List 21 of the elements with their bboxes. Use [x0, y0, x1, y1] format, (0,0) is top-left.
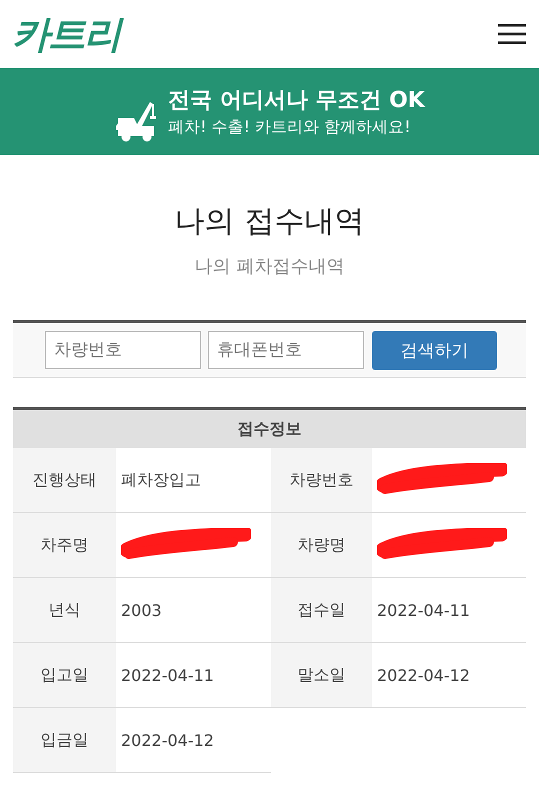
- table-cell: 차량번호: [271, 448, 372, 513]
- table-cell: 말소일: [271, 643, 372, 708]
- table-cell: 입고일: [13, 643, 116, 708]
- table-cell: 2022-04-12: [372, 643, 526, 708]
- banner-headline: 전국 어디서나 무조건 OK: [168, 87, 425, 115]
- page-subtitle: 나의 폐차접수내역: [194, 255, 346, 278]
- table-cell: 입금일: [13, 708, 116, 773]
- input-field[interactable]: 차량번호: [45, 331, 201, 369]
- table-cell: 접수일: [271, 578, 372, 643]
- table-header: 접수정보: [13, 410, 526, 448]
- input-field[interactable]: 휴대폰번호: [208, 331, 364, 369]
- table-cell: 차량명: [271, 513, 372, 578]
- table-cell: 차주명: [13, 513, 116, 578]
- table-cell: 2022-04-12: [116, 708, 271, 773]
- search-button[interactable]: 검색하기: [372, 330, 497, 370]
- table-cell: 진행상태: [13, 448, 116, 513]
- table-cell: 년식: [13, 578, 116, 643]
- menu-icon[interactable]: [498, 24, 526, 44]
- page-title: 나의 접수내역: [174, 203, 366, 241]
- table-cell: 2022-04-11: [372, 578, 526, 643]
- banner-subline: 폐차! 수출! 카트리와 함께하세요!: [168, 117, 412, 138]
